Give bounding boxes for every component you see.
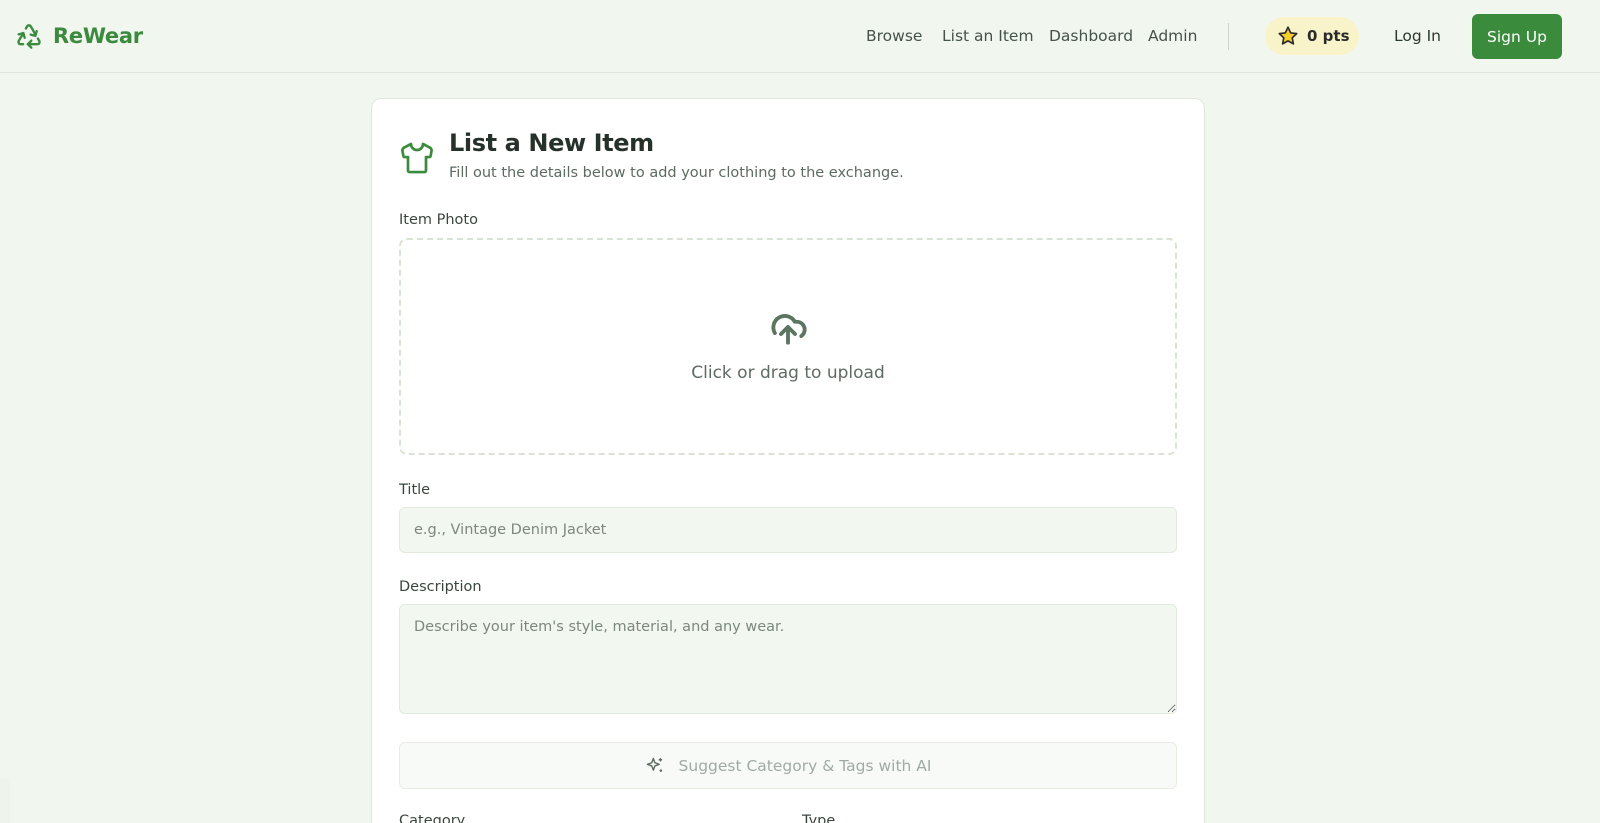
- nav-dashboard[interactable]: Dashboard: [1049, 27, 1133, 45]
- category-label: Category: [399, 813, 466, 823]
- shirt-icon: [401, 142, 433, 174]
- description-label: Description: [399, 579, 482, 595]
- brand-name: ReWear: [53, 24, 143, 48]
- recycle-icon: [17, 24, 41, 49]
- title-input[interactable]: [399, 507, 1177, 553]
- item-photo-label: Item Photo: [399, 212, 478, 228]
- nav-browse[interactable]: Browse: [866, 27, 922, 45]
- signup-button[interactable]: Sign Up: [1472, 14, 1562, 59]
- nav-admin[interactable]: Admin: [1148, 27, 1197, 45]
- points-value: 0 pts: [1307, 27, 1350, 45]
- description-textarea[interactable]: [399, 604, 1177, 714]
- star-icon: [1278, 26, 1298, 45]
- page-title: List a New Item: [449, 129, 654, 157]
- login-link[interactable]: Log In: [1394, 27, 1441, 45]
- brand-link[interactable]: ReWear: [15, 20, 143, 52]
- points-badge: 0 pts: [1265, 17, 1359, 55]
- cloud-upload-icon: [771, 314, 807, 345]
- nav-list-item[interactable]: List an Item: [942, 27, 1034, 45]
- edge-shadow: [0, 778, 10, 823]
- sparkles-icon: [646, 757, 662, 772]
- nav-divider: [1228, 23, 1229, 50]
- suggest-ai-button[interactable]: Suggest Category & Tags with AI: [399, 742, 1177, 789]
- list-item-card: List a New Item Fill out the details bel…: [371, 98, 1205, 823]
- page-subtitle: Fill out the details below to add your c…: [449, 165, 904, 181]
- title-label: Title: [399, 482, 431, 498]
- top-navbar: ReWear Browse List an Item Dashboard Adm…: [0, 0, 1600, 73]
- upload-text: Click or drag to upload: [691, 363, 885, 383]
- suggest-ai-label: Suggest Category & Tags with AI: [678, 756, 932, 775]
- photo-upload-dropzone[interactable]: Click or drag to upload: [399, 238, 1177, 455]
- type-label: Type: [802, 813, 836, 823]
